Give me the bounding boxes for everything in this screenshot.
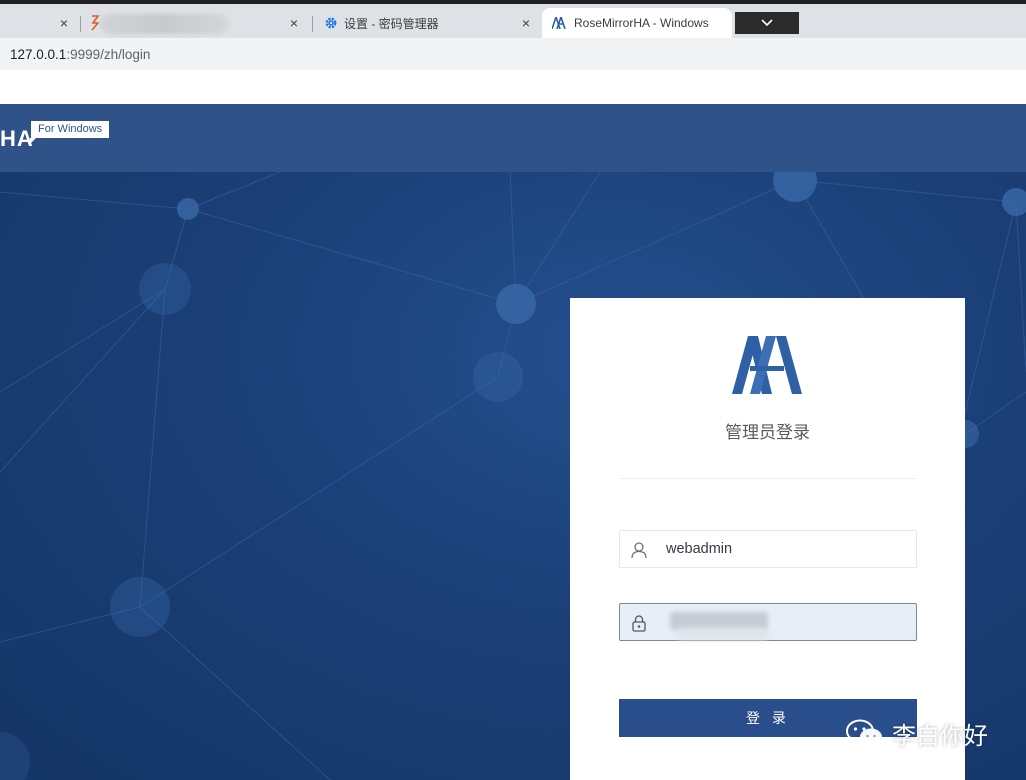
username-input[interactable] (666, 531, 906, 567)
rosemirrorha-logo-icon (732, 336, 802, 394)
tab-title: 设置 - 密码管理器 (344, 16, 439, 31)
tab-close-icon[interactable]: × (286, 15, 302, 31)
gear-icon (325, 17, 337, 29)
login-card: 管理员登录 登 录 (570, 298, 965, 780)
user-icon (631, 542, 647, 559)
tab-close-icon[interactable]: × (56, 15, 72, 31)
tab-favicon-icon (91, 15, 100, 31)
tab-search-dropdown[interactable] (735, 12, 799, 34)
tab-strip: × × 设置 - 密码管理器 × RoseMirrorHA - Windows (0, 4, 1026, 38)
url-host: 127.0.0.1 (10, 47, 67, 62)
brand-name: HA (0, 126, 34, 151)
divider (620, 478, 916, 479)
watermark-text: 李白你好 (892, 723, 988, 750)
password-field[interactable] (619, 603, 917, 641)
tab-settings[interactable]: 设置 - 密码管理器 × (314, 8, 542, 38)
chevron-down-icon (761, 19, 773, 27)
tab-2[interactable]: × (82, 8, 310, 38)
bookmarks-area (0, 70, 1026, 104)
url-text[interactable]: 127.0.0.1:9999/zh/login (10, 47, 150, 62)
tab-rosemirrorha[interactable]: RoseMirrorHA - Windows (542, 8, 732, 38)
tab-title-redacted (100, 14, 228, 34)
wechat-icon (846, 719, 882, 746)
app-header: HA For Windows (0, 104, 1026, 172)
tab-1[interactable]: × (0, 8, 80, 38)
tab-close-icon[interactable]: × (518, 15, 534, 31)
password-masked-shadow (678, 628, 768, 640)
wechat-watermark: 李白你好 (846, 716, 988, 751)
login-title: 管理员登录 (725, 423, 810, 442)
platform-badge: For Windows (29, 121, 110, 144)
lock-icon (632, 615, 646, 632)
tab-separator (312, 16, 313, 32)
address-bar[interactable]: 127.0.0.1:9999/zh/login (0, 38, 1026, 70)
rosemirror-favicon-icon (552, 17, 566, 29)
username-field[interactable] (619, 530, 917, 568)
tab-separator (80, 16, 81, 32)
url-path: :9999/zh/login (66, 47, 151, 62)
tab-title: RoseMirrorHA - Windows (574, 16, 709, 30)
